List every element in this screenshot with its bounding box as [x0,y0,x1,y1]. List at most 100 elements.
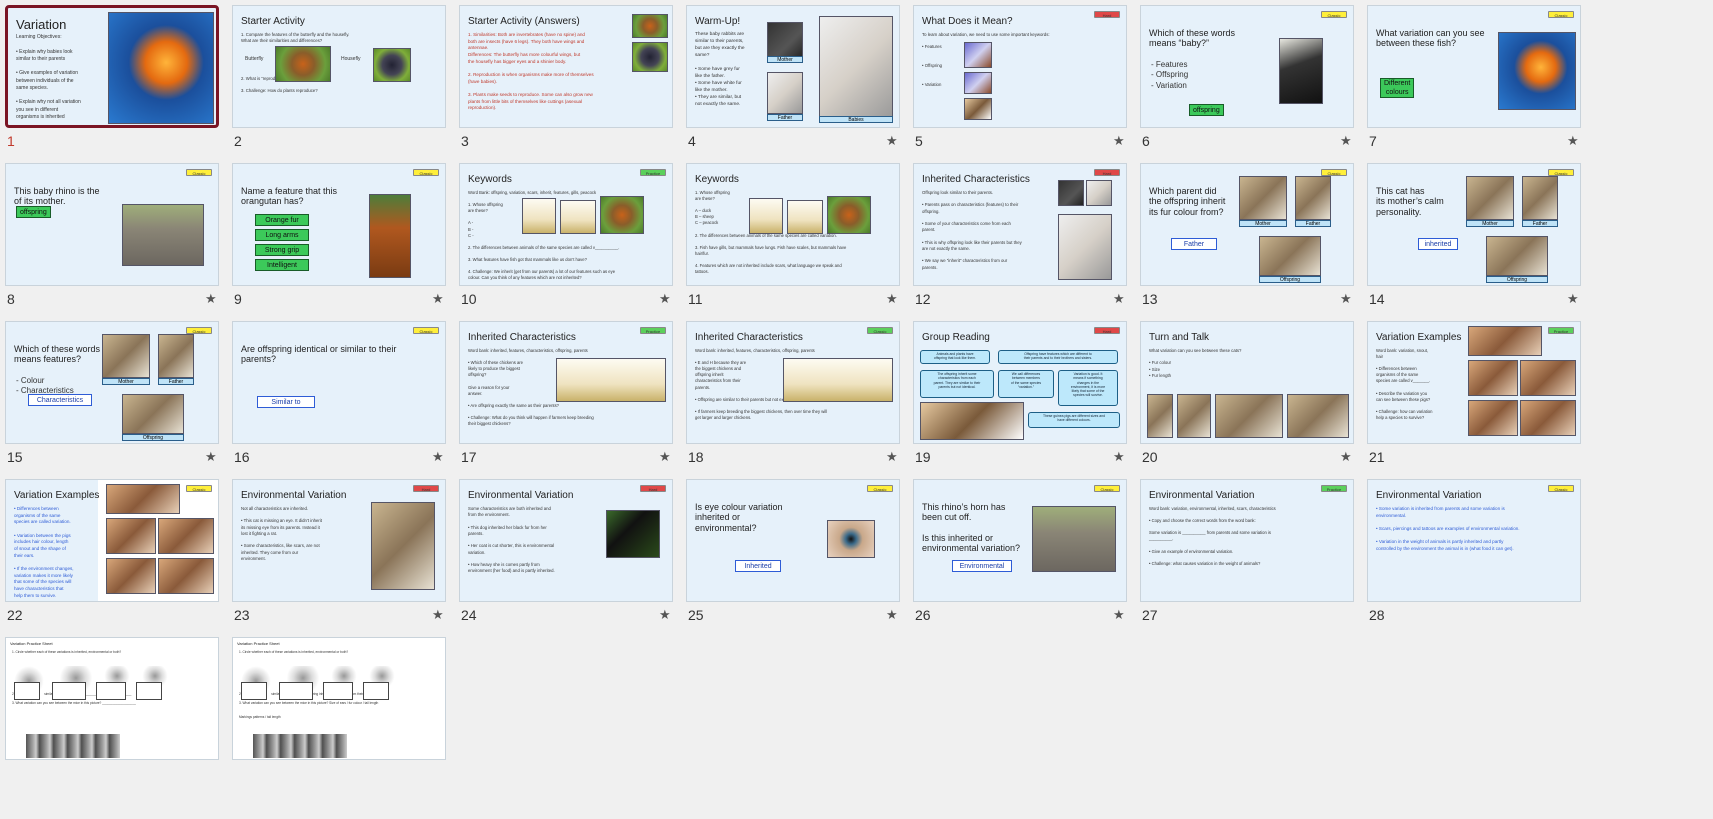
slide-cell[interactable]: Classic Variation Examples • Differences b… [5,479,253,651]
star-icon[interactable]: ★ [1113,291,1125,307]
slide-thumbnail[interactable]: Classic Are offspring identical or simila… [232,321,446,444]
star-icon[interactable]: ★ [659,607,671,623]
slide-thumbnail[interactable]: Variation Practice Sheet 1. Circle whethe… [5,637,219,760]
slide-thumbnail[interactable]: Practice Inherited Characteristics Word ba… [459,321,673,444]
slide-cell[interactable]: Starter Activity 1. Compare the features … [232,5,480,177]
slide-thumbnail[interactable]: Keywords 1. Whose offspring are these? A … [686,163,900,286]
slide-thumbnail[interactable]: Classic This cat has its mother’s calm pe… [1367,163,1581,286]
slide-cell[interactable]: Turn and Talk What variation can you see … [1140,321,1388,493]
slide-cell[interactable]: Practice Variation Examples Word bank: var… [1367,321,1615,493]
answer-box[interactable]: Father [1171,238,1217,250]
answer-box[interactable]: Intelligent [255,259,309,271]
slide-cell[interactable]: Classic What variation can you see betwee… [1367,5,1615,177]
slide-body-text: Offspring look similar to their parents.… [922,190,1022,270]
star-icon[interactable]: ★ [1340,133,1352,149]
slide-cell[interactable]: Variation Learning Objectives: • Explain … [5,5,253,177]
slide-thumbnail[interactable]: Classic This baby rhino is the of its mot… [5,163,219,286]
answer-box[interactable]: inherited [1418,238,1458,250]
star-icon[interactable]: ★ [1340,449,1352,465]
slide-cell[interactable]: Hard What Does it Mean? To learn about var… [913,5,1161,177]
image-label: Mother [1466,220,1514,227]
answer-box[interactable]: Similar to [257,396,315,408]
slide-cell[interactable]: Hard Inherited Characteristics Offspring l… [913,163,1161,335]
slide-cell[interactable]: Practice Inherited Characteristics Word ba… [459,321,707,493]
slide-title: What variation can you see between these… [1376,28,1485,49]
slide-thumbnail[interactable]: Hard Group Reading Animals and plants have… [913,321,1127,444]
slide-thumbnail[interactable]: Classic Is eye colour variation inherited… [686,479,900,602]
slide-cell[interactable]: Warm-Up! These baby rabbits are similar t… [686,5,934,177]
slide-thumbnail[interactable]: Starter Activity (Answers) 1. Similaritie… [459,5,673,128]
slide-cell[interactable]: Classic Which of these words means “baby?… [1140,5,1388,177]
slide-cell[interactable]: Classic This cat has its mother’s calm pe… [1367,163,1615,335]
slide-thumbnail[interactable]: Classic Which of these words means featur… [5,321,219,444]
slide-thumbnail[interactable]: Hard Inherited Characteristics Offspring l… [913,163,1127,286]
slide-thumbnail[interactable]: Practice Variation Examples Word bank: var… [1367,321,1581,444]
answer-box[interactable]: Characteristics [28,394,92,406]
star-icon[interactable]: ★ [1567,133,1579,149]
answer-box[interactable]: Different colours [1380,78,1415,98]
star-icon[interactable]: ★ [1567,291,1579,307]
slide-cell[interactable]: Hard Environmental Variation Not all chara… [232,479,480,651]
slide-cell[interactable]: Practice Keywords Word Bank: offspring, va… [459,163,707,335]
slide-thumbnail[interactable]: Classic Name a feature that this oranguta… [232,163,446,286]
answer-box[interactable]: offspring [1189,104,1224,116]
answer-box[interactable]: Orange fur [255,214,309,226]
slide-cell[interactable]: Keywords 1. Whose offspring are these? A … [686,163,934,335]
slide-thumbnail[interactable]: Variation Learning Objectives: • Explain … [5,5,219,128]
star-icon[interactable]: ★ [1113,449,1125,465]
slide-cell[interactable]: Variation Practice Sheet 1. Circle whethe… [5,637,253,809]
slide-cell[interactable]: Classic Inherited Characteristics Word ban… [686,321,934,493]
slide-thumbnail[interactable]: Classic Which parent did the offspring in… [1140,163,1354,286]
star-icon[interactable]: ★ [886,133,898,149]
slide-thumbnail[interactable]: Variation Practice Sheet 1. Circle whethe… [232,637,446,760]
star-icon[interactable]: ★ [886,449,898,465]
star-icon[interactable]: ★ [886,291,898,307]
slide-thumbnail[interactable]: Turn and Talk What variation can you see … [1140,321,1354,444]
slide-thumbnail[interactable]: Hard What Does it Mean? To learn about var… [913,5,1127,128]
slide-thumbnail[interactable]: Warm-Up! These baby rabbits are similar t… [686,5,900,128]
star-icon[interactable]: ★ [1113,133,1125,149]
slide-cell[interactable]: Classic Which of these words means featur… [5,321,253,493]
slide-cell[interactable]: Hard Group Reading Animals and plants have… [913,321,1161,493]
star-icon[interactable]: ★ [205,291,217,307]
slide-cell[interactable]: Classic Name a feature that this oranguta… [232,163,480,335]
star-icon[interactable]: ★ [432,449,444,465]
slide-thumbnail[interactable]: Practice Environmental Variation Word bank… [1140,479,1354,602]
slide-thumbnail[interactable]: Hard Environmental Variation Some characte… [459,479,673,602]
slide-thumbnail[interactable]: Classic What variation can you see betwee… [1367,5,1581,128]
star-icon[interactable]: ★ [886,607,898,623]
slide-cell[interactable]: Variation Practice Sheet 1. Circle whethe… [232,637,480,809]
star-icon[interactable]: ★ [1113,607,1125,623]
slide-cell[interactable]: Classic Which parent did the offspring in… [1140,163,1388,335]
slide-thumbnail[interactable]: Classic Environmental Variation • Some var… [1367,479,1581,602]
slide-cell[interactable]: Classic Are offspring identical or simila… [232,321,480,493]
star-icon[interactable]: ★ [432,607,444,623]
slide-thumbnail[interactable]: Practice Keywords Word Bank: offspring, va… [459,163,673,286]
slide-cell[interactable]: Classic Environmental Variation • Some var… [1367,479,1615,651]
answer-box[interactable]: Long arms [255,229,309,241]
answer-box[interactable]: Inherited [735,560,781,572]
slide-thumbnail[interactable]: Classic Which of these words means “baby?… [1140,5,1354,128]
slide-cell[interactable]: Practice Environmental Variation Word bank… [1140,479,1388,651]
star-icon[interactable]: ★ [432,291,444,307]
answer-box[interactable]: offspring [16,206,51,218]
slide-cell[interactable]: Classic Is eye colour variation inherited… [686,479,934,651]
answer-box[interactable]: Strong grip [255,244,309,256]
slide-thumbnail[interactable]: Classic This rhino’s horn has been cut of… [913,479,1127,602]
slide-thumbnail[interactable]: Starter Activity 1. Compare the features … [232,5,446,128]
slide-title: Are offspring identical or similar to th… [241,344,397,365]
slide-cell[interactable]: Hard Environmental Variation Some characte… [459,479,707,651]
star-icon[interactable]: ★ [659,449,671,465]
star-icon[interactable]: ★ [205,449,217,465]
slide-thumbnail[interactable]: Hard Environmental Variation Not all chara… [232,479,446,602]
variation-image [964,98,992,120]
slide-thumbnail[interactable]: Classic Inherited Characteristics Word ban… [686,321,900,444]
answer-box[interactable]: Environmental [952,560,1012,572]
slide-cell[interactable]: Classic This rhino’s horn has been cut of… [913,479,1161,651]
star-icon[interactable]: ★ [659,291,671,307]
slide-number: 15 [7,449,23,465]
star-icon[interactable]: ★ [1340,291,1352,307]
slide-cell[interactable]: Starter Activity (Answers) 1. Similaritie… [459,5,707,177]
slide-thumbnail[interactable]: Classic Variation Examples • Differences b… [5,479,219,602]
slide-cell[interactable]: Classic This baby rhino is the of its mot… [5,163,253,335]
